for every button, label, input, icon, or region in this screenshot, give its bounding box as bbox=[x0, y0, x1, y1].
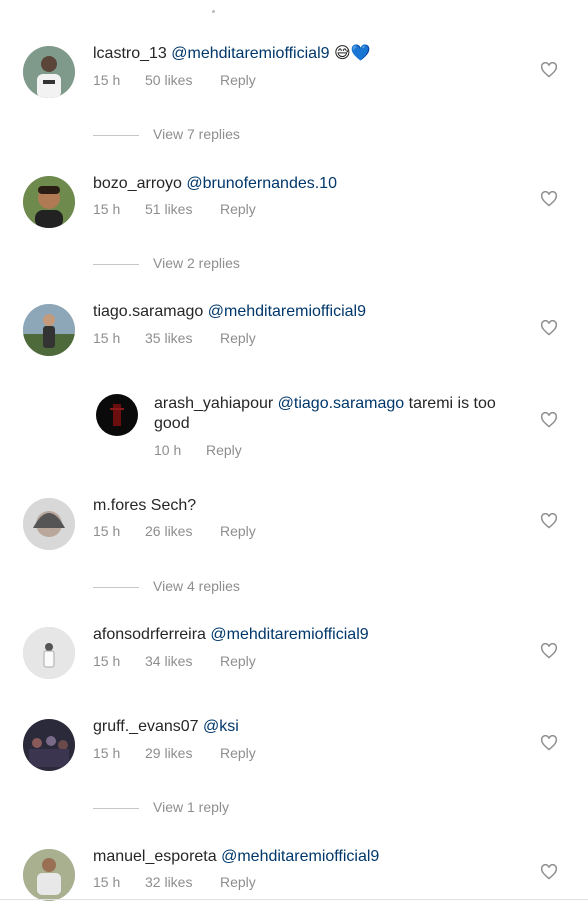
comment-text: tiago.saramago @mehditaremiofficial9 bbox=[93, 302, 366, 322]
timestamp: 15 h bbox=[93, 653, 121, 669]
likes-count[interactable]: 50 likes bbox=[145, 72, 220, 88]
mention-link[interactable]: @mehditaremiofficial9 bbox=[221, 848, 379, 865]
mention-link[interactable]: @mehditaremiofficial9 bbox=[210, 626, 368, 643]
heart-outline-icon[interactable] bbox=[540, 191, 558, 207]
username[interactable]: bozo_arroyo bbox=[93, 175, 182, 192]
heart-outline-icon[interactable] bbox=[540, 513, 558, 529]
divider bbox=[93, 134, 139, 136]
likes-count[interactable]: 34 likes bbox=[145, 653, 220, 669]
mention-link[interactable]: @tiago.saramago bbox=[278, 395, 405, 412]
timestamp: 15 h bbox=[93, 72, 121, 88]
comment-body: Sech? bbox=[150, 497, 197, 514]
mention-link[interactable]: @ksi bbox=[203, 718, 239, 735]
reply-button[interactable]: Reply bbox=[206, 442, 242, 458]
reply-button[interactable]: Reply bbox=[220, 330, 256, 346]
comment-body: 😅💙 bbox=[329, 45, 371, 62]
avatar[interactable] bbox=[23, 627, 75, 679]
comment-meta: 15 h 34 likes Reply bbox=[93, 653, 256, 669]
timestamp: 15 h bbox=[93, 523, 121, 539]
view-replies-label[interactable]: View 4 replies bbox=[153, 578, 240, 594]
likes-count[interactable]: 35 likes bbox=[145, 330, 220, 346]
reply-button[interactable]: Reply bbox=[220, 745, 256, 761]
heart-outline-icon[interactable] bbox=[540, 62, 558, 78]
comment-meta: 15 h 29 likes Reply bbox=[93, 745, 256, 761]
comment-text: manuel_esporeta @mehditaremiofficial9 bbox=[93, 847, 379, 867]
view-replies-button[interactable]: View 4 replies bbox=[93, 578, 240, 594]
username[interactable]: afonsodrferreira bbox=[93, 626, 206, 643]
scroll-indicator bbox=[212, 10, 215, 13]
heart-outline-icon[interactable] bbox=[540, 643, 558, 659]
divider bbox=[93, 586, 139, 588]
avatar[interactable] bbox=[23, 176, 75, 228]
timestamp: 10 h bbox=[154, 442, 182, 458]
username[interactable]: gruff._evans07 bbox=[93, 718, 199, 735]
username[interactable]: tiago.saramago bbox=[93, 303, 203, 320]
avatar[interactable] bbox=[23, 849, 75, 901]
heart-outline-icon[interactable] bbox=[540, 320, 558, 336]
divider bbox=[93, 263, 139, 265]
view-replies-button[interactable]: View 2 replies bbox=[93, 255, 240, 271]
comment-meta: 10 h Reply bbox=[154, 442, 242, 458]
comment-meta: 15 h 51 likes Reply bbox=[93, 201, 256, 217]
reply-button[interactable]: Reply bbox=[220, 653, 256, 669]
comment-text: lcastro_13 @mehditaremiofficial9 😅💙 bbox=[93, 44, 371, 64]
view-replies-button[interactable]: View 7 replies bbox=[93, 126, 240, 142]
username[interactable]: m.fores bbox=[93, 497, 146, 514]
avatar[interactable] bbox=[23, 719, 75, 771]
avatar[interactable] bbox=[23, 304, 75, 356]
timestamp: 15 h bbox=[93, 330, 121, 346]
comment-meta: 15 h 32 likes Reply bbox=[93, 874, 256, 890]
timestamp: 15 h bbox=[93, 874, 121, 890]
comment-text: m.fores Sech? bbox=[93, 496, 196, 516]
reply-button[interactable]: Reply bbox=[220, 523, 256, 539]
reply-button[interactable]: Reply bbox=[220, 874, 256, 890]
comment-text: bozo_arroyo @brunofernandes.10 bbox=[93, 174, 337, 194]
timestamp: 15 h bbox=[93, 201, 121, 217]
heart-outline-icon[interactable] bbox=[540, 412, 558, 428]
comment-meta: 15 h 35 likes Reply bbox=[93, 330, 256, 346]
mention-link[interactable]: @mehditaremiofficial9 bbox=[171, 45, 329, 62]
heart-outline-icon[interactable] bbox=[540, 735, 558, 751]
avatar[interactable] bbox=[23, 498, 75, 550]
mention-link[interactable]: @mehditaremiofficial9 bbox=[208, 303, 366, 320]
avatar[interactable] bbox=[23, 46, 75, 98]
comment-meta: 15 h 50 likes Reply bbox=[93, 72, 256, 88]
comment-text: gruff._evans07 @ksi bbox=[93, 717, 239, 737]
comment-meta: 15 h 26 likes Reply bbox=[93, 523, 256, 539]
view-replies-label[interactable]: View 7 replies bbox=[153, 126, 240, 142]
likes-count[interactable]: 29 likes bbox=[145, 745, 220, 761]
likes-count[interactable]: 26 likes bbox=[145, 523, 220, 539]
comment-text: arash_yahiapour @tiago.saramago taremi i… bbox=[154, 394, 534, 434]
likes-count[interactable]: 32 likes bbox=[145, 874, 220, 890]
view-replies-label[interactable]: View 2 replies bbox=[153, 255, 240, 271]
comment-text: afonsodrferreira @mehditaremiofficial9 bbox=[93, 625, 369, 645]
heart-outline-icon[interactable] bbox=[540, 864, 558, 880]
mention-link[interactable]: @brunofernandes.10 bbox=[186, 175, 337, 192]
username[interactable]: lcastro_13 bbox=[93, 45, 167, 62]
username[interactable]: manuel_esporeta bbox=[93, 848, 217, 865]
likes-count[interactable]: 51 likes bbox=[145, 201, 220, 217]
username[interactable]: arash_yahiapour bbox=[154, 395, 273, 412]
reply-button[interactable]: Reply bbox=[220, 201, 256, 217]
reply-button[interactable]: Reply bbox=[220, 72, 256, 88]
divider bbox=[93, 807, 139, 809]
view-replies-label[interactable]: View 1 reply bbox=[153, 799, 229, 815]
view-replies-button[interactable]: View 1 reply bbox=[93, 799, 229, 815]
timestamp: 15 h bbox=[93, 745, 121, 761]
avatar[interactable] bbox=[96, 394, 138, 436]
